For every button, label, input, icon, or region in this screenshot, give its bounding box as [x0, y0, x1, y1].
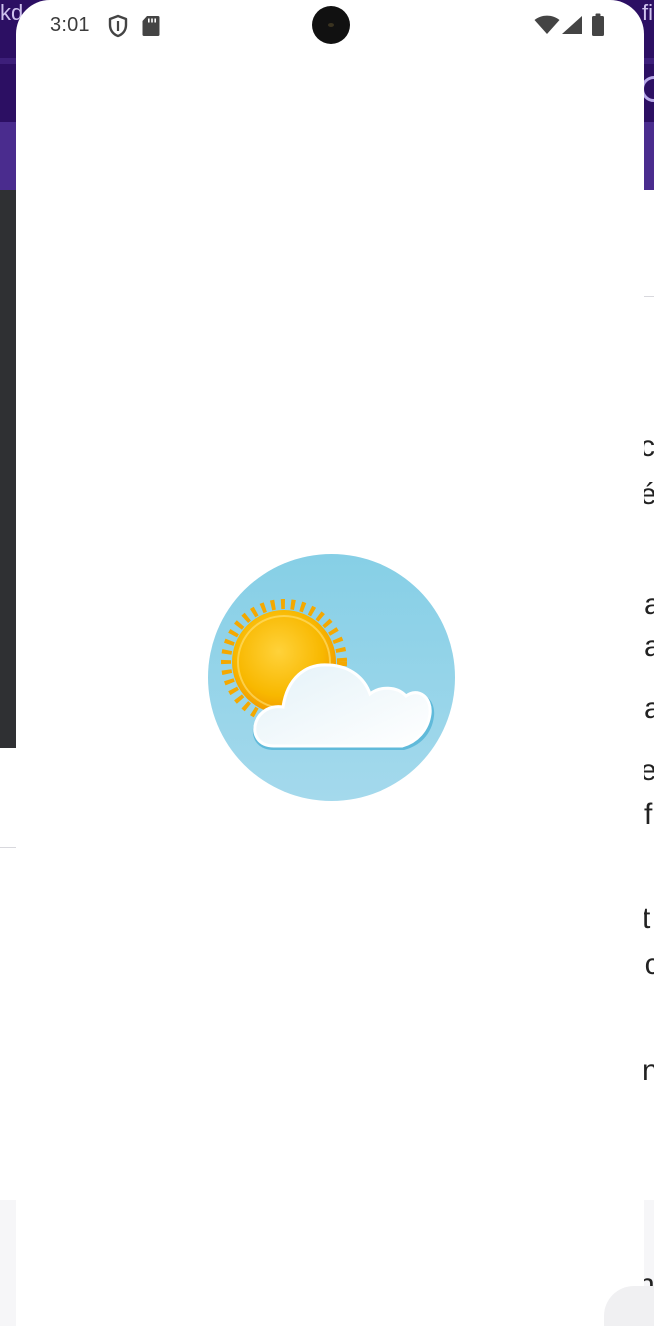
- sd-card-icon: [141, 14, 161, 43]
- wifi-icon: [534, 15, 560, 40]
- status-time: 3:01: [50, 14, 90, 36]
- background-divider: [0, 847, 16, 848]
- shield-icon: [107, 14, 129, 43]
- front-camera: [312, 6, 350, 44]
- background-text-fragment: f: [644, 798, 653, 831]
- status-bar: 3:01: [0, 0, 654, 52]
- background-text-fragment: a: [644, 692, 654, 725]
- cell-signal-icon: [561, 15, 583, 40]
- background-text-fragment: a: [644, 588, 654, 621]
- battery-icon: [591, 13, 605, 42]
- background-app-side-panel: [0, 190, 16, 748]
- partly-cloudy-weather-icon: [208, 554, 455, 801]
- background-text-fragment: a: [644, 630, 654, 663]
- background-divider: [644, 296, 654, 297]
